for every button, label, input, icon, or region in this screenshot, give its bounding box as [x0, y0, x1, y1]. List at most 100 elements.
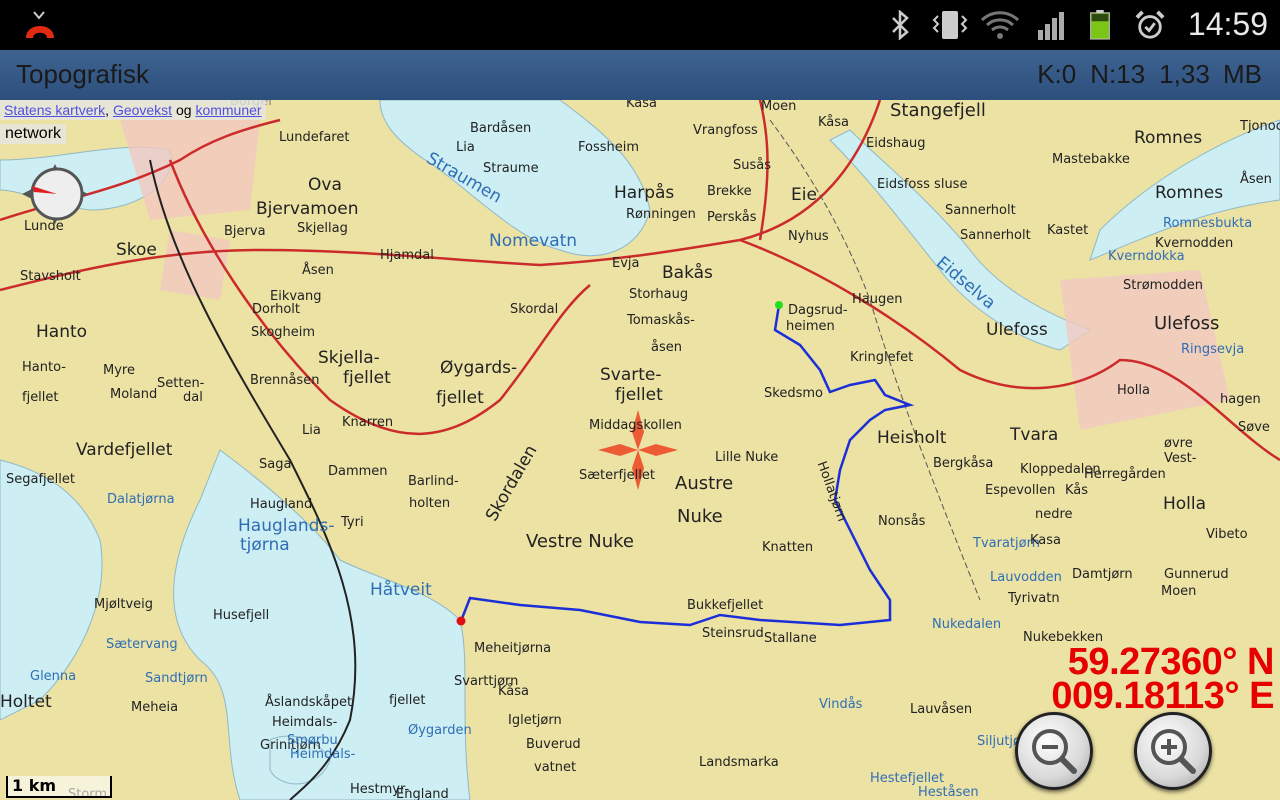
place-label: Mastebakke: [1052, 152, 1130, 167]
water-label: Smørbu: [287, 733, 338, 748]
place-label: Perskås: [707, 210, 757, 225]
map-view[interactable]: Kåsa Moen Stangefjell Kåsa Romnes Tjonoc…: [0, 100, 1280, 800]
attribution-separator: ,: [105, 102, 110, 118]
place-label: Kasa: [1030, 533, 1062, 548]
water-label: tjørna: [240, 535, 290, 555]
statens-kartverk-link[interactable]: Statens kartverk: [4, 102, 105, 118]
place-label: Dammen: [328, 464, 388, 479]
place-label: Hanto-: [22, 360, 66, 375]
place-label: Lauvåsen: [910, 702, 973, 717]
place-label: Tomaskås-: [627, 313, 695, 328]
place-label: åsen: [651, 340, 682, 355]
place-label: Tvara: [1010, 425, 1059, 445]
water-label: Heimdals-: [290, 747, 356, 762]
zoom-out-button[interactable]: [1015, 712, 1093, 790]
place-label: Moland: [110, 387, 158, 402]
place-label: Haugen: [852, 292, 903, 307]
place-label: Åsen: [1240, 172, 1272, 187]
place-label: Brekke: [707, 184, 752, 199]
place-label: Harpås: [614, 183, 675, 203]
place-label: Heisholt: [877, 428, 947, 448]
place-label: Nuke: [677, 506, 723, 527]
place-label: Barlind-: [408, 474, 459, 489]
place-label: Segafjellet: [6, 472, 75, 487]
place-label: Ulefoss: [986, 320, 1048, 340]
water-label: Lauvodden: [990, 570, 1062, 585]
k-count: K:0: [1037, 59, 1077, 89]
place-label: England: [396, 787, 449, 800]
place-label: Eidshaug: [866, 136, 926, 151]
bluetooth-icon: [892, 10, 909, 40]
place-label: Rønningen: [626, 207, 696, 222]
place-label: Nyhus: [788, 229, 829, 244]
place-label: Kloppedalen: [1020, 462, 1101, 477]
place-label: Lille Nuke: [715, 450, 779, 465]
status-bar: 14:59: [0, 0, 1280, 50]
place-label: dal: [183, 390, 203, 405]
place-label: fjellet: [22, 390, 59, 405]
place-label: Romnes: [1155, 183, 1224, 203]
battery-icon: [1090, 10, 1110, 40]
place-label: Skjellag: [297, 221, 348, 236]
place-label: holten: [409, 496, 451, 511]
place-label: Romnes: [1134, 128, 1203, 148]
alarm-icon: [1135, 10, 1165, 39]
map-layer-title[interactable]: Topografisk: [16, 59, 149, 90]
place-label: Austre: [675, 473, 734, 494]
compass-button[interactable]: [22, 164, 88, 224]
water-label: Glenna: [30, 669, 77, 684]
clock: 14:59: [1187, 6, 1268, 42]
place-label: fjellet: [389, 693, 426, 708]
place-label: Setten-: [157, 376, 205, 391]
kommuner-link[interactable]: kommuner: [195, 102, 261, 118]
place-label: Gunnerud: [1164, 567, 1229, 582]
place-label: Bardåsen: [470, 121, 532, 136]
place-label: Bergkåsa: [933, 456, 994, 471]
place-label: Sannerholt: [945, 203, 1016, 218]
place-label: Heimdals-: [272, 715, 338, 730]
water-label: Nomevatn: [489, 231, 578, 251]
signal-icon: [1038, 12, 1064, 40]
place-label: Moen: [1161, 584, 1197, 599]
place-label: Haugland: [250, 497, 313, 512]
geovekst-link[interactable]: Geovekst: [113, 102, 172, 118]
place-label: Strømodden: [1123, 278, 1204, 293]
n-count: N:13: [1090, 59, 1146, 89]
place-label: hagen: [1220, 392, 1261, 407]
place-label: Dagsrud-: [788, 303, 848, 318]
missed-call-icon: [26, 11, 54, 38]
scale-bar: 1 km: [6, 776, 112, 798]
place-label: Sannerholt: [960, 228, 1031, 243]
cache-size: 1,33 MB: [1159, 59, 1262, 89]
place-label: Skogheim: [251, 325, 316, 340]
place-label: Stavsholt: [20, 269, 81, 284]
place-label: Meheitjørna: [474, 641, 552, 656]
place-label: Tyrivatn: [1008, 591, 1060, 606]
place-label: Sæterfjellet: [579, 468, 655, 483]
water-label: Hestefjellet: [870, 771, 945, 786]
place-label: Stangefjell: [890, 100, 986, 121]
zoom-in-button[interactable]: [1134, 712, 1212, 790]
place-label: Susås: [733, 158, 772, 173]
place-label: Hanto: [36, 322, 88, 342]
place-label: Espevollen: [985, 483, 1056, 498]
place-label: Fossheim: [578, 140, 640, 155]
water-label: Heståsen: [918, 785, 979, 800]
place-label: Eie: [791, 185, 817, 205]
water-label: Dalatjørna: [107, 492, 175, 507]
place-label: Åslandskåpet: [265, 695, 353, 710]
place-label: Eidsfoss sluse: [877, 177, 968, 192]
title-bar: Topografisk K:0 N:13 1,33 MB: [0, 50, 1280, 100]
place-label: Igletjørn: [508, 713, 562, 728]
place-label: Tyri: [341, 515, 364, 530]
place-label: Evja: [612, 256, 640, 271]
map-attribution: Statens kartverk, Geovekst og kommuner: [0, 100, 266, 120]
place-label: Kåsa: [818, 115, 850, 130]
place-label: heimen: [786, 319, 835, 334]
place-label: Øygards-: [440, 358, 518, 378]
place-label: Middagskollen: [589, 418, 682, 433]
place-label: Tjonoc: [1240, 119, 1280, 134]
place-label: Bakås: [662, 263, 713, 283]
place-label: nedre: [1035, 507, 1073, 522]
track-start-marker: [775, 301, 783, 309]
